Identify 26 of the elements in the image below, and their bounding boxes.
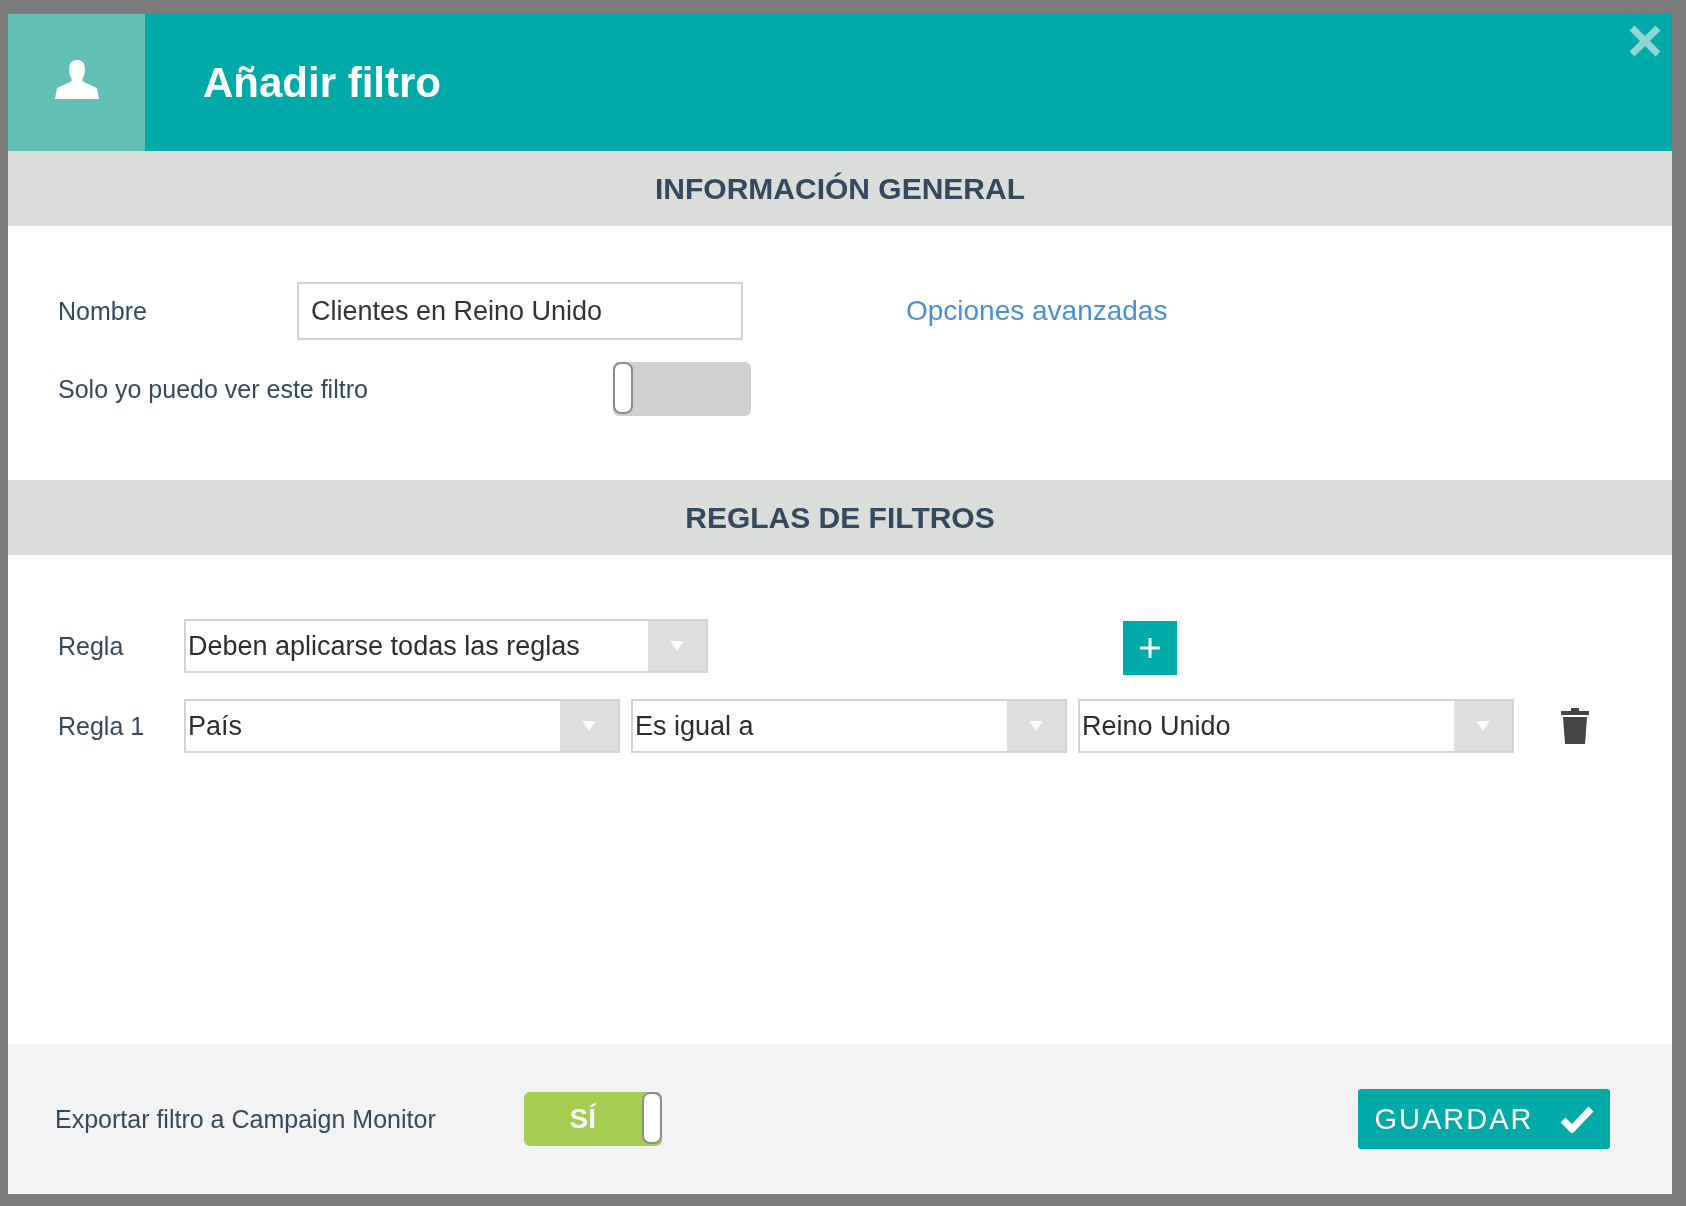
toggle-switch[interactable]: [612, 362, 751, 416]
caret-icon: [1029, 721, 1043, 731]
dialog-title: Añadir filtro: [203, 58, 441, 107]
dropdown-value: Es igual a: [634, 709, 755, 743]
caret-icon: [582, 721, 596, 731]
advanced-options-link[interactable]: Opciones avanzadas: [905, 295, 1168, 327]
dropdown-value: Deben aplicarse todas las reglas: [187, 629, 581, 663]
save-button[interactable]: GUARDAR: [1358, 1089, 1610, 1149]
field-label: Regla 1: [58, 711, 146, 741]
caret-icon: [670, 641, 684, 651]
field-label: Solo yo puedo ver este filtro: [58, 374, 368, 404]
plus-icon: [1139, 637, 1161, 659]
dropdown-value: Reino Unido: [1081, 709, 1232, 743]
caret-icon: [1476, 721, 1490, 731]
dropdown-value: País: [187, 709, 244, 743]
name-field[interactable]: Clientes en Reino Unido: [296, 282, 743, 340]
field-label: Exportar filtro a Campaign Monitor: [55, 1104, 436, 1134]
field-label: Regla: [58, 631, 125, 661]
check-icon: [1559, 1105, 1594, 1133]
field-label: Nombre: [58, 296, 147, 326]
toggle-switch[interactable]: SÍ: [523, 1092, 662, 1146]
section-heading: INFORMACIÓN GENERAL: [655, 171, 1025, 206]
trash-icon[interactable]: [1560, 708, 1590, 744]
section-heading: REGLAS DE FILTROS: [685, 500, 995, 535]
add-button[interactable]: [1123, 621, 1177, 675]
close-icon[interactable]: [1628, 24, 1662, 58]
